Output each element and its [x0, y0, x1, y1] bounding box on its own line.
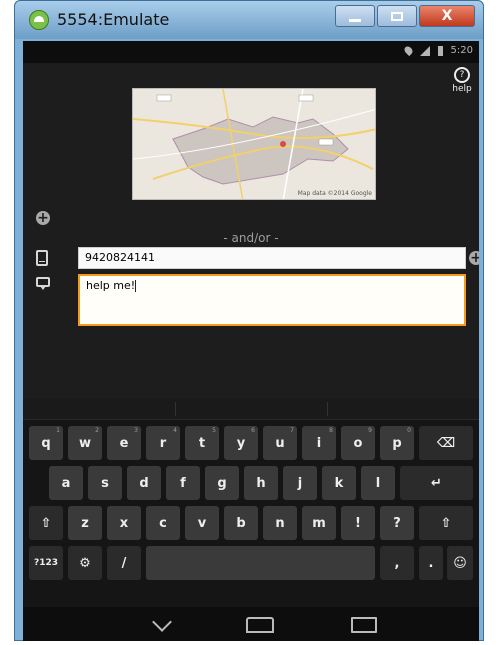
- key-exclamation[interactable]: !: [341, 506, 375, 540]
- suggestion-strip: [23, 399, 479, 420]
- settings-key[interactable]: ⚙: [68, 546, 102, 580]
- map-attribution: Map data ©2014 Google: [297, 190, 372, 197]
- symbols-key[interactable]: ?123: [29, 546, 63, 580]
- key-s[interactable]: s: [88, 466, 122, 500]
- minimize-icon: [349, 18, 361, 22]
- key-z[interactable]: z: [68, 506, 102, 540]
- help-label: help: [452, 84, 472, 94]
- maximize-icon: [391, 11, 403, 21]
- help-button[interactable]: ? help: [451, 67, 473, 94]
- emulator-window: 5554:Emulate X 5:20 ? help Map data ©201…: [14, 0, 484, 641]
- key-u[interactable]: u7: [263, 426, 297, 460]
- key-period[interactable]: .: [419, 546, 443, 580]
- key-r[interactable]: r4: [146, 426, 180, 460]
- enter-icon: ↵: [431, 475, 442, 491]
- key-a[interactable]: a: [49, 466, 83, 500]
- title-bar: 5554:Emulate X: [15, 1, 483, 39]
- key-t[interactable]: t5: [185, 426, 219, 460]
- key-w[interactable]: w2: [68, 426, 102, 460]
- key-m[interactable]: m: [302, 506, 336, 540]
- key-v[interactable]: v: [185, 506, 219, 540]
- backspace-key[interactable]: ⌫: [419, 426, 473, 460]
- key-d[interactable]: d: [127, 466, 161, 500]
- map-graphic: [133, 89, 375, 199]
- window-title: 5554:Emulate: [57, 10, 170, 29]
- help-icon: ?: [454, 67, 470, 83]
- key-slash[interactable]: /: [107, 546, 141, 580]
- key-j[interactable]: j: [283, 466, 317, 500]
- key-h[interactable]: h: [244, 466, 278, 500]
- message-text: help me!: [86, 279, 136, 292]
- key-e[interactable]: e3: [107, 426, 141, 460]
- back-button[interactable]: [143, 615, 183, 633]
- key-b[interactable]: b: [224, 506, 258, 540]
- battery-icon: [437, 45, 443, 56]
- key-i[interactable]: i8: [302, 426, 336, 460]
- phone-icon: [36, 250, 48, 266]
- shift-key-left[interactable]: ⇧: [29, 506, 63, 540]
- emoji-key[interactable]: ☺: [447, 546, 473, 580]
- close-button[interactable]: X: [419, 5, 475, 27]
- emoji-icon: ☺: [453, 555, 467, 571]
- map-view[interactable]: Map data ©2014 Google: [132, 88, 376, 200]
- soft-keyboard: q1 w2 e3 r4 t5 y6 u7 i8 o9 p0 ⌫ a s d f …: [23, 399, 479, 607]
- shift-icon: ⇧: [440, 515, 452, 531]
- status-bar: 5:20: [23, 41, 479, 63]
- key-l[interactable]: l: [361, 466, 395, 500]
- settings-icon: ⚙: [79, 555, 91, 571]
- shift-key-right[interactable]: ⇧: [419, 506, 473, 540]
- android-icon: [29, 10, 49, 30]
- key-k[interactable]: k: [322, 466, 356, 500]
- key-o[interactable]: o9: [341, 426, 375, 460]
- close-icon: X: [441, 8, 453, 24]
- key-f[interactable]: f: [166, 466, 200, 500]
- navigation-bar: [23, 607, 479, 641]
- device-screen: 5:20 ? help Map data ©2014 Google + - an…: [23, 41, 479, 641]
- key-g[interactable]: g: [205, 466, 239, 500]
- backspace-icon: ⌫: [436, 435, 456, 451]
- key-p[interactable]: p0: [380, 426, 414, 460]
- location-icon: [402, 44, 414, 57]
- key-question[interactable]: ?: [380, 506, 414, 540]
- key-c[interactable]: c: [146, 506, 180, 540]
- key-comma[interactable]: ,: [380, 546, 414, 580]
- recent-apps-button[interactable]: [343, 615, 383, 633]
- home-button[interactable]: [238, 615, 278, 633]
- and-or-separator: - and/or -: [223, 231, 279, 245]
- key-n[interactable]: n: [263, 506, 297, 540]
- message-icon: [36, 277, 50, 290]
- add-contact-button[interactable]: +: [36, 211, 50, 225]
- key-q[interactable]: q1: [29, 426, 63, 460]
- message-field[interactable]: help me!: [78, 274, 466, 326]
- spacebar[interactable]: [146, 546, 375, 580]
- phone-number-field[interactable]: 9420824141: [78, 247, 466, 269]
- minimize-button[interactable]: [335, 5, 375, 27]
- add-phone-button[interactable]: +: [469, 251, 479, 265]
- key-y[interactable]: y6: [224, 426, 258, 460]
- text-caret: [135, 280, 137, 292]
- enter-key[interactable]: ↵: [400, 466, 473, 500]
- clock: 5:20: [450, 45, 473, 56]
- key-x[interactable]: x: [107, 506, 141, 540]
- shift-icon: ⇧: [40, 515, 52, 531]
- signal-icon: [419, 45, 430, 56]
- maximize-button[interactable]: [377, 5, 417, 27]
